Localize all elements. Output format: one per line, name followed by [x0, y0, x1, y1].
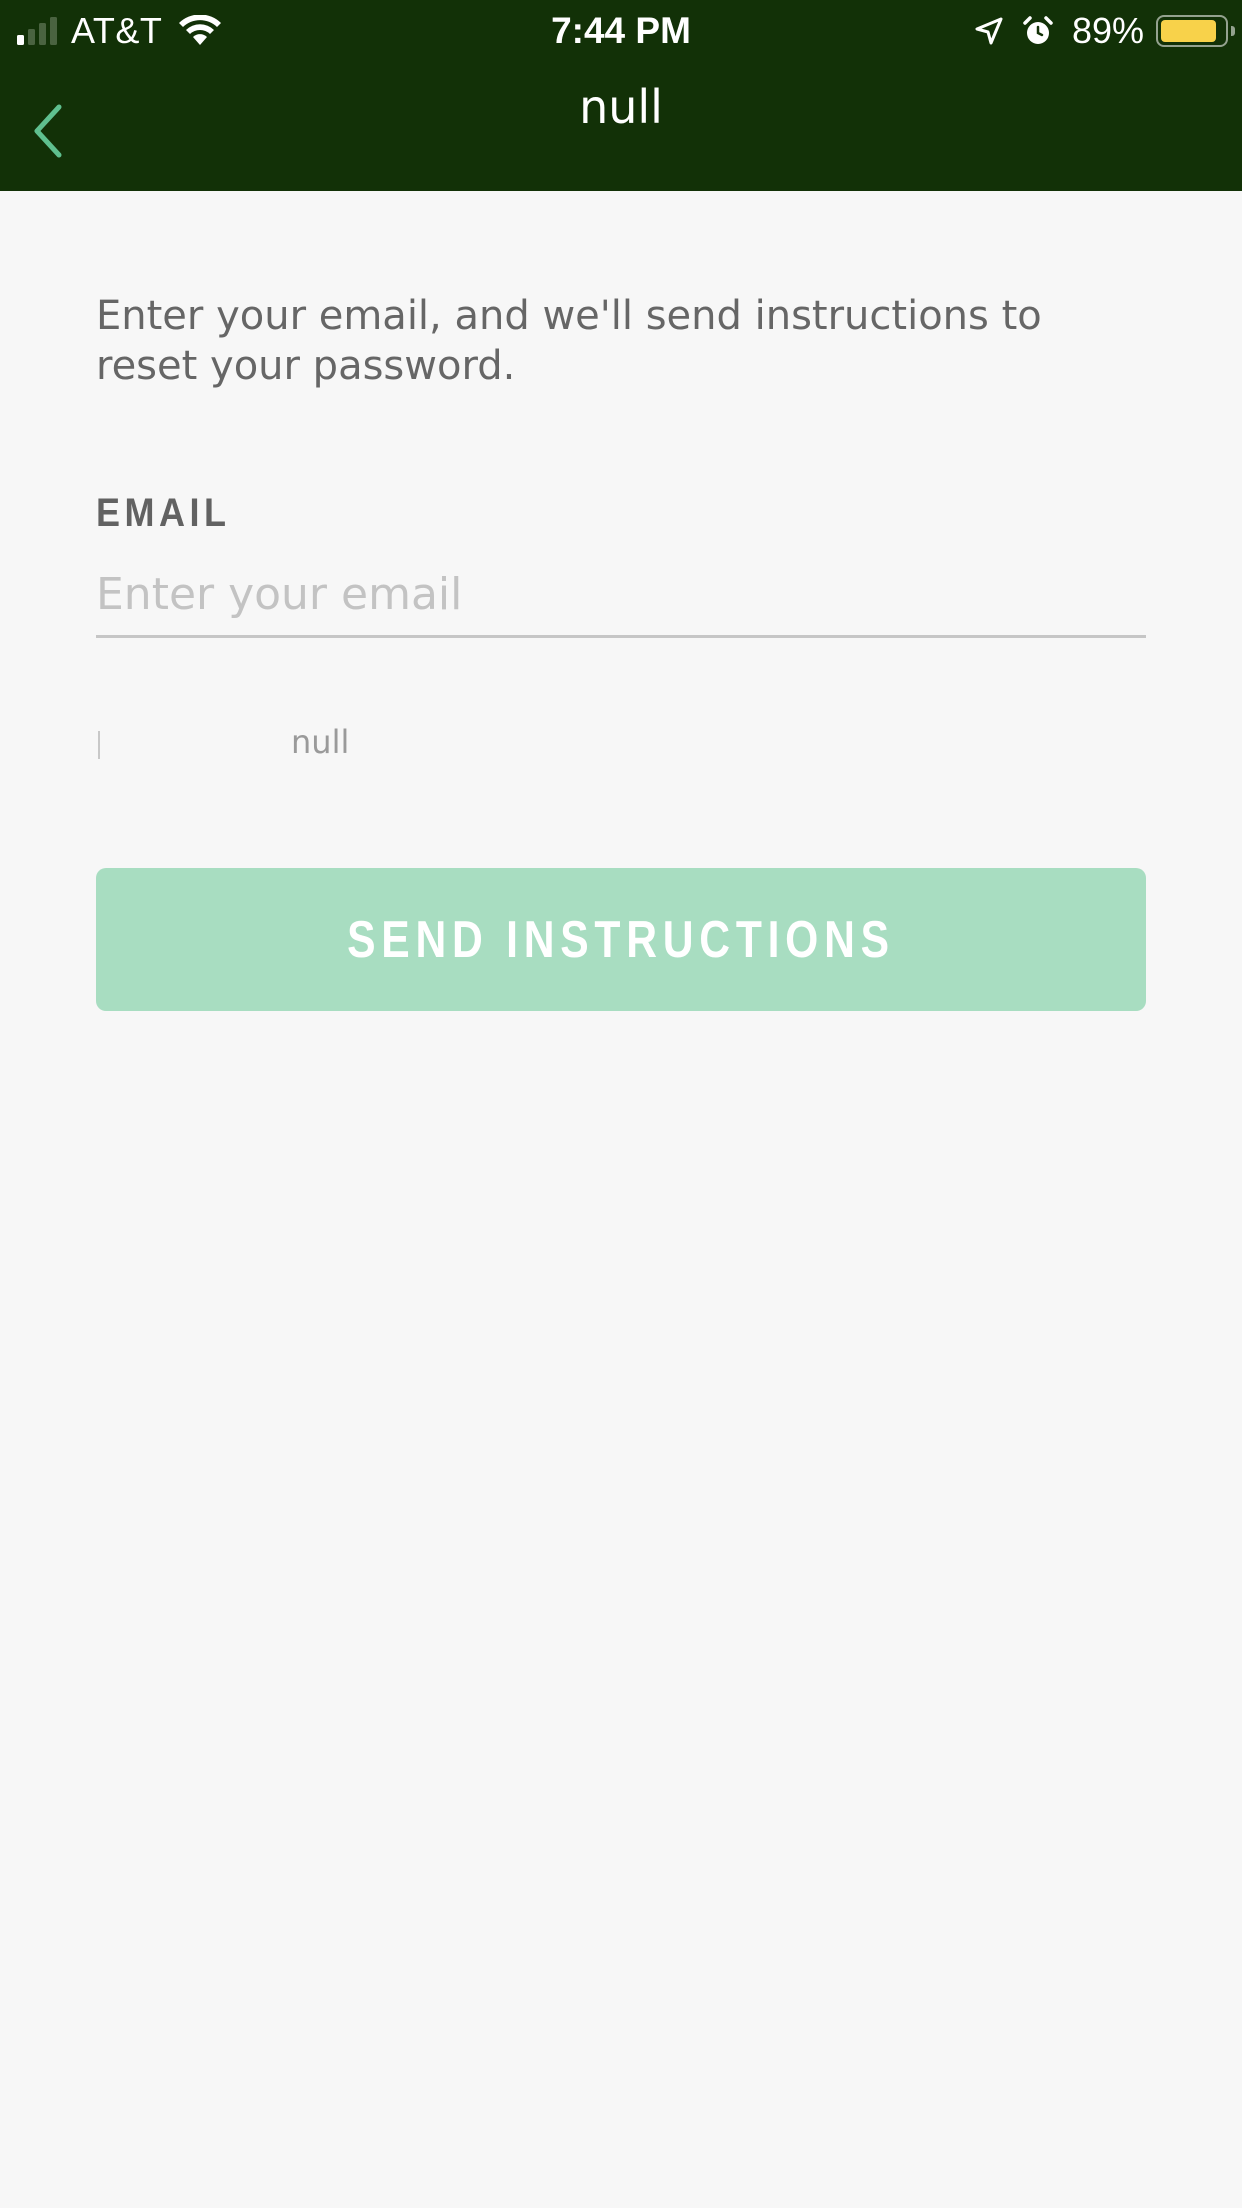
send-instructions-button[interactable]: SEND INSTRUCTIONS — [96, 868, 1146, 1011]
header: AT&T 7:44 PM 89% null — [0, 0, 1242, 191]
battery-icon — [1156, 15, 1235, 47]
email-input[interactable] — [96, 554, 1146, 638]
status-right: 89% — [974, 6, 1235, 56]
caption-row: null — [96, 723, 496, 763]
caption-text: null — [291, 723, 350, 761]
instructions-text: Enter your email, and we'll send instruc… — [96, 293, 1042, 389]
email-label: EMAIL — [96, 491, 231, 535]
text-caret — [98, 731, 100, 759]
alarm-icon — [1023, 16, 1053, 44]
location-arrow-icon — [975, 17, 1003, 45]
nav-bar: null — [0, 60, 1242, 191]
status-bar: AT&T 7:44 PM 89% — [0, 0, 1242, 60]
nav-title: null — [579, 80, 663, 134]
send-instructions-label: SEND INSTRUCTIONS — [347, 910, 895, 969]
battery-percent: 89% — [1071, 10, 1144, 51]
